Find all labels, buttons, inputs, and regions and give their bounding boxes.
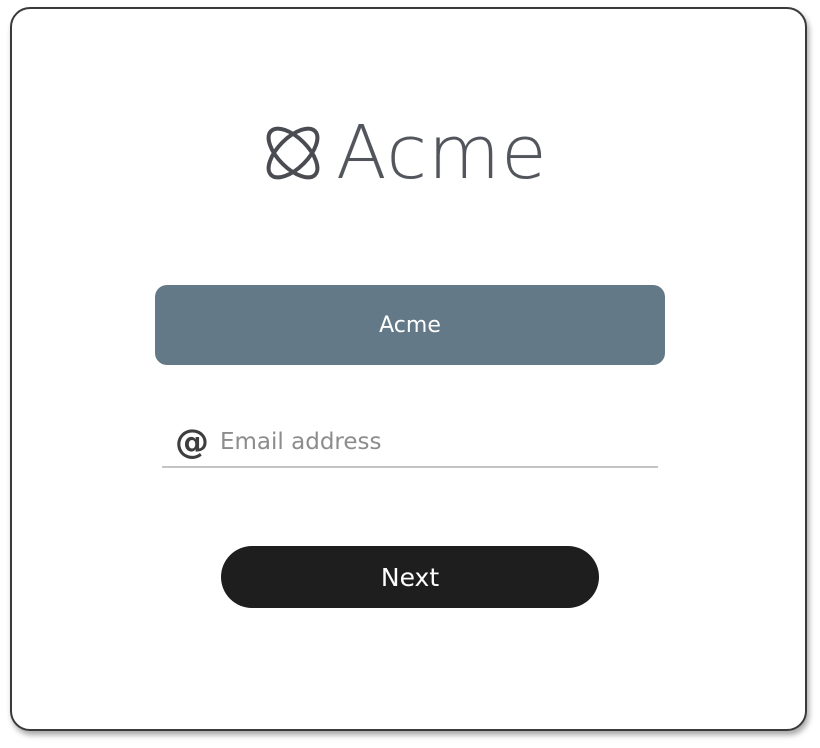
atom-orbit-icon — [266, 126, 320, 180]
email-input[interactable] — [216, 422, 658, 462]
brand-name: Acme — [336, 110, 548, 196]
sso-login-button[interactable]: Acme — [155, 285, 665, 365]
next-button[interactable]: Next — [221, 546, 599, 608]
page-background: Acme Acme @ Next — [0, 0, 820, 748]
email-field-row: @ — [162, 418, 658, 468]
brand-logo: Acme — [258, 108, 548, 198]
at-sign-icon: @ — [175, 422, 209, 462]
